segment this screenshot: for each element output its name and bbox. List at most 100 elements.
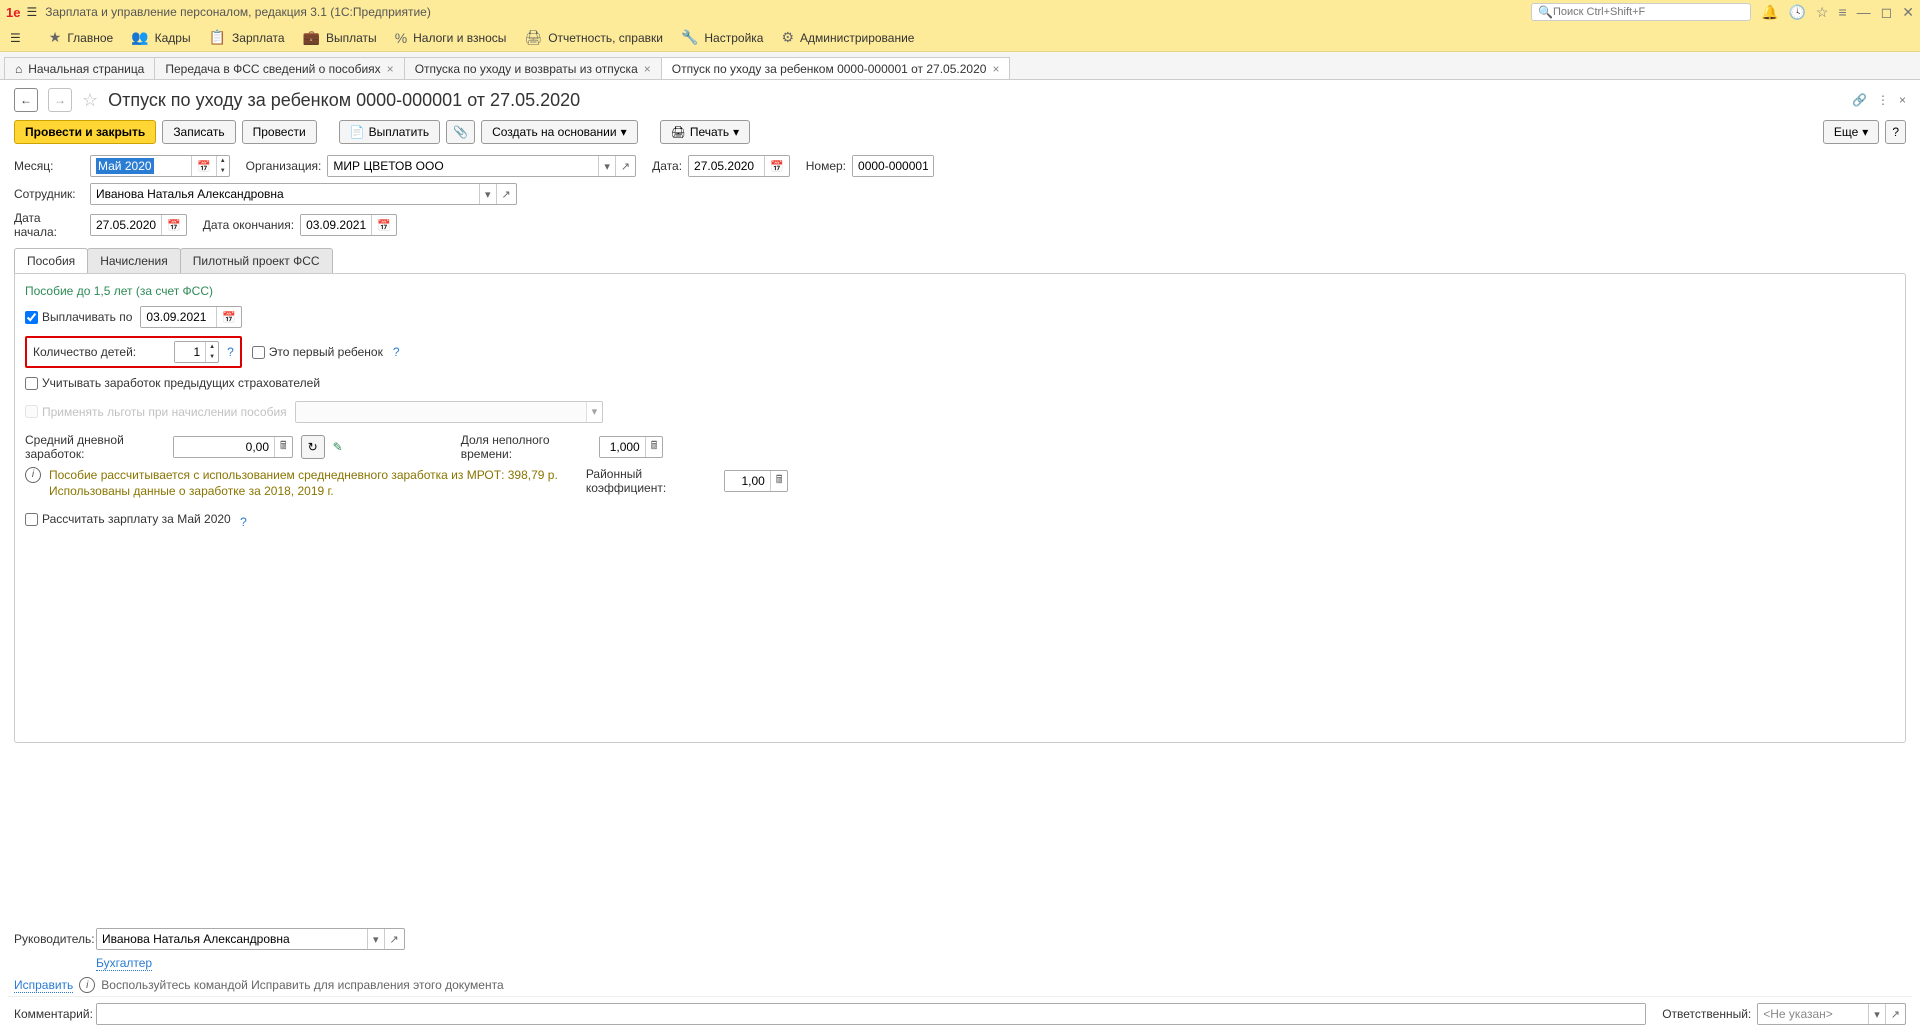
- menu-reports[interactable]: 🖨Отчетность, справки: [524, 29, 663, 46]
- chevron-down-icon[interactable]: ▾: [586, 402, 603, 422]
- regional-coef-input[interactable]: 🖩: [724, 470, 789, 492]
- chevron-down-icon[interactable]: ▾: [1868, 1004, 1885, 1024]
- edit-pencil-icon[interactable]: ✎: [333, 440, 343, 454]
- menu-salary[interactable]: 📋Зарплата: [209, 29, 285, 46]
- children-spinner[interactable]: ▲▼: [205, 342, 218, 362]
- star-icon[interactable]: ☆: [1816, 4, 1829, 21]
- regional-coef-field[interactable]: [725, 471, 770, 491]
- end-date-field[interactable]: [301, 215, 371, 235]
- chevron-down-icon[interactable]: ▾: [367, 929, 384, 949]
- close-app-icon[interactable]: ✕: [1902, 4, 1914, 21]
- tab-nachisleniya[interactable]: Начисления: [87, 248, 181, 273]
- menu-kadry[interactable]: 👥Кадры: [131, 29, 190, 46]
- chevron-down-icon[interactable]: ▾: [598, 156, 615, 176]
- hamburger-icon[interactable]: ☰: [26, 5, 37, 19]
- part-time-input[interactable]: 🖩: [599, 436, 664, 458]
- date-field[interactable]: [689, 156, 764, 176]
- close-icon[interactable]: ×: [992, 62, 999, 76]
- refresh-button[interactable]: ↻: [301, 435, 325, 459]
- maximize-icon[interactable]: ◻: [1881, 4, 1893, 21]
- apply-benefits-checkbox[interactable]: Применять льготы при начислении пособия: [25, 405, 287, 419]
- open-icon[interactable]: ↗: [1885, 1004, 1905, 1024]
- org-field[interactable]: [328, 156, 598, 176]
- responsible-field[interactable]: [1758, 1004, 1868, 1024]
- calendar-icon[interactable]: 📅: [371, 215, 396, 235]
- post-button[interactable]: Провести: [242, 120, 317, 144]
- start-date-input[interactable]: 📅: [90, 214, 187, 236]
- pay-until-input[interactable]: 📅: [140, 306, 242, 328]
- post-and-close-button[interactable]: Провести и закрыть: [14, 120, 156, 144]
- tab-document[interactable]: Отпуск по уходу за ребенком 0000-000001 …: [661, 57, 1011, 79]
- attach-button[interactable]: 📎: [446, 120, 475, 144]
- calendar-icon[interactable]: 📅: [764, 156, 789, 176]
- help-button[interactable]: ?: [1885, 120, 1906, 144]
- calendar-icon[interactable]: 📅: [216, 307, 241, 327]
- calculator-icon[interactable]: 🖩: [770, 471, 788, 491]
- number-input[interactable]: [852, 155, 934, 177]
- fix-link[interactable]: Исправить: [14, 978, 73, 993]
- org-input[interactable]: ▾ ↗: [327, 155, 636, 177]
- open-icon[interactable]: ↗: [384, 929, 404, 949]
- tab-home[interactable]: ⌂Начальная страница: [4, 57, 155, 79]
- create-based-button[interactable]: Создать на основании ▾: [481, 120, 638, 144]
- settings-icon[interactable]: ≡: [1838, 4, 1846, 21]
- end-date-input[interactable]: 📅: [300, 214, 397, 236]
- calculator-icon[interactable]: 🖩: [645, 437, 663, 457]
- month-spinner[interactable]: ▲▼: [216, 156, 229, 176]
- save-button[interactable]: Записать: [162, 120, 235, 144]
- search-input[interactable]: [1553, 6, 1744, 18]
- close-panel-icon[interactable]: ×: [1899, 93, 1906, 107]
- help-question-icon[interactable]: ?: [393, 345, 400, 359]
- kebab-icon[interactable]: ⋮: [1877, 93, 1889, 107]
- menu-payments[interactable]: 💼Выплаты: [303, 29, 377, 46]
- global-search[interactable]: 🔍: [1531, 3, 1751, 21]
- menu-main[interactable]: ★Главное: [49, 29, 113, 46]
- pay-until-field[interactable]: [141, 307, 216, 327]
- children-count-input[interactable]: ▲▼: [174, 341, 219, 363]
- favorite-icon[interactable]: ☆: [82, 90, 98, 111]
- help-question-icon[interactable]: ?: [227, 345, 234, 359]
- pay-until-checkbox[interactable]: Выплачивать по: [25, 310, 132, 324]
- nav-back-button[interactable]: ←: [14, 88, 38, 112]
- nav-forward-button[interactable]: →: [48, 88, 72, 112]
- open-icon[interactable]: ↗: [615, 156, 635, 176]
- bell-icon[interactable]: 🔔: [1761, 4, 1778, 21]
- comment-field[interactable]: [97, 1004, 1645, 1024]
- calculator-icon[interactable]: 🖩: [274, 437, 292, 457]
- avg-salary-input[interactable]: 🖩: [173, 436, 293, 458]
- manager-field[interactable]: [97, 929, 367, 949]
- first-child-checkbox[interactable]: Это первый ребенок: [252, 345, 383, 359]
- number-field[interactable]: [853, 156, 933, 176]
- menu-toggle-icon[interactable]: ☰: [10, 31, 21, 45]
- tab-posobiya[interactable]: Пособия: [14, 248, 88, 273]
- children-count-field[interactable]: [175, 342, 205, 362]
- minimize-icon[interactable]: —: [1857, 4, 1871, 21]
- menu-settings[interactable]: 🔧Настройка: [681, 29, 764, 46]
- recalc-checkbox[interactable]: Рассчитать зарплату за Май 2020: [25, 512, 231, 526]
- employee-field[interactable]: [91, 184, 479, 204]
- close-icon[interactable]: ×: [644, 62, 651, 76]
- pay-button[interactable]: 📄Выплатить: [339, 120, 440, 144]
- date-input[interactable]: 📅: [688, 155, 790, 177]
- comment-input[interactable]: [96, 1003, 1646, 1025]
- history-icon[interactable]: 🕓: [1788, 4, 1805, 21]
- manager-input[interactable]: ▾ ↗: [96, 928, 405, 950]
- start-date-field[interactable]: [91, 215, 161, 235]
- tab-otpuska[interactable]: Отпуска по уходу и возвраты из отпуска×: [404, 57, 662, 79]
- chevron-down-icon[interactable]: ▾: [479, 184, 496, 204]
- calendar-icon[interactable]: 📅: [191, 156, 216, 176]
- link-icon[interactable]: 🔗: [1852, 93, 1867, 107]
- close-icon[interactable]: ×: [387, 62, 394, 76]
- accountant-link[interactable]: Бухгалтер: [96, 956, 152, 971]
- print-button[interactable]: 🖨Печать ▾: [660, 120, 751, 144]
- benefits-select[interactable]: ▾: [295, 401, 604, 423]
- menu-taxes[interactable]: %Налоги и взносы: [395, 30, 507, 46]
- tab-fss[interactable]: Передача в ФСС сведений о пособиях×: [154, 57, 404, 79]
- avg-salary-field[interactable]: [174, 437, 274, 457]
- employee-input[interactable]: ▾ ↗: [90, 183, 517, 205]
- menu-admin[interactable]: ⚙Администрирование: [781, 29, 914, 46]
- responsible-input[interactable]: ▾ ↗: [1757, 1003, 1906, 1025]
- month-input[interactable]: Май 2020 📅 ▲▼: [90, 155, 230, 177]
- calendar-icon[interactable]: 📅: [161, 215, 186, 235]
- prev-insurers-checkbox[interactable]: Учитывать заработок предыдущих страховат…: [25, 376, 320, 390]
